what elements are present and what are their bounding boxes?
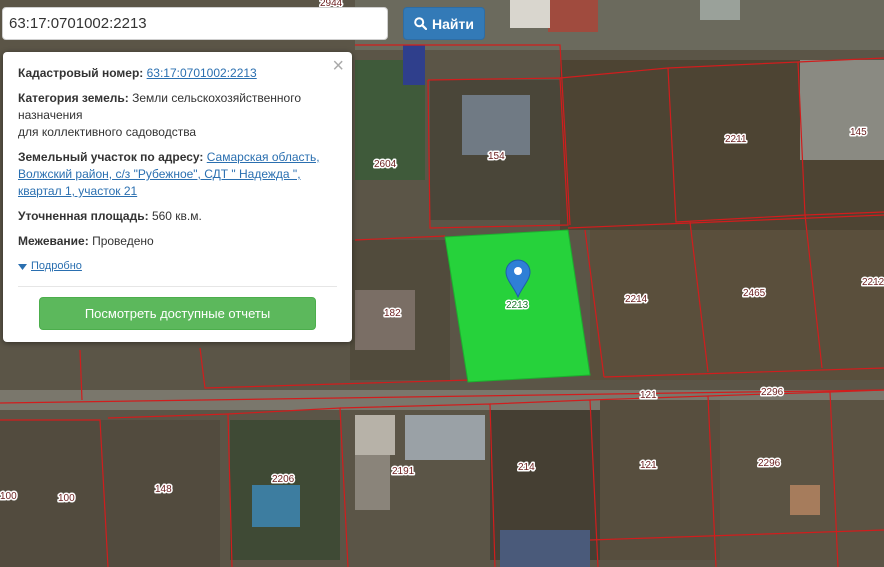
parcel-label: 2465 bbox=[743, 288, 766, 299]
popup-divider bbox=[18, 286, 337, 287]
parcel-label: 148 bbox=[155, 484, 172, 495]
parcel-label: 154 bbox=[488, 151, 505, 162]
parcel-label: 2214 bbox=[625, 294, 648, 305]
parcel-label: 2296 bbox=[761, 387, 784, 398]
parcel-label: 121 bbox=[640, 390, 657, 401]
land-category-label: Категория земель: bbox=[18, 91, 129, 105]
parcel-label: 2206 bbox=[272, 474, 295, 485]
parcel-label: 2296 bbox=[758, 458, 781, 469]
survey-row: Межевание: Проведено bbox=[18, 233, 337, 250]
search-icon bbox=[414, 17, 428, 30]
parcel-label: 2211 bbox=[725, 134, 747, 145]
parcel-label: 2604 bbox=[374, 159, 397, 170]
parcel-label: 2212 bbox=[862, 277, 884, 288]
parcel-info-popup: × Кадастровый номер: 63:17:0701002:2213 … bbox=[3, 52, 352, 342]
area-value: 560 кв.м. bbox=[151, 209, 202, 223]
close-icon[interactable]: × bbox=[332, 56, 344, 76]
parcel-label: 214 bbox=[518, 462, 535, 473]
address-row: Земельный участок по адресу: Самарская о… bbox=[18, 149, 337, 200]
cadastral-number-row: Кадастровый номер: 63:17:0701002:2213 bbox=[18, 65, 337, 82]
survey-value: Проведено bbox=[92, 234, 154, 248]
search-button-label: Найти bbox=[432, 15, 474, 32]
details-toggle-label: Подробно bbox=[31, 260, 82, 272]
cadastral-number-label: Кадастровый номер: bbox=[18, 66, 144, 80]
area-label: Уточненная площадь: bbox=[18, 209, 149, 223]
land-category-row: Категория земель: Земли сельскохозяйстве… bbox=[18, 90, 337, 141]
parcel-label: 121 bbox=[640, 460, 657, 471]
cadastral-number-link[interactable]: 63:17:0701002:2213 bbox=[147, 66, 257, 80]
parcel-label: 2191 bbox=[392, 466, 415, 477]
details-toggle[interactable]: Подробно bbox=[18, 258, 337, 275]
parcel-label: 100 bbox=[0, 491, 17, 502]
search-button[interactable]: Найти bbox=[403, 7, 485, 40]
parcel-label: 145 bbox=[850, 127, 867, 138]
selected-parcel-label: 2213 bbox=[506, 300, 529, 311]
land-category-usage: для коллективного садоводства bbox=[18, 125, 197, 139]
survey-label: Межевание: bbox=[18, 234, 89, 248]
caret-down-icon bbox=[18, 263, 27, 270]
parcel-label: 182 bbox=[384, 308, 401, 319]
area-row: Уточненная площадь: 560 кв.м. bbox=[18, 208, 337, 225]
view-reports-button[interactable]: Посмотреть доступные отчеты bbox=[39, 297, 316, 330]
search-input[interactable] bbox=[2, 7, 388, 40]
address-label: Земельный участок по адресу: bbox=[18, 150, 204, 164]
parcel-label: 100 bbox=[58, 493, 75, 504]
